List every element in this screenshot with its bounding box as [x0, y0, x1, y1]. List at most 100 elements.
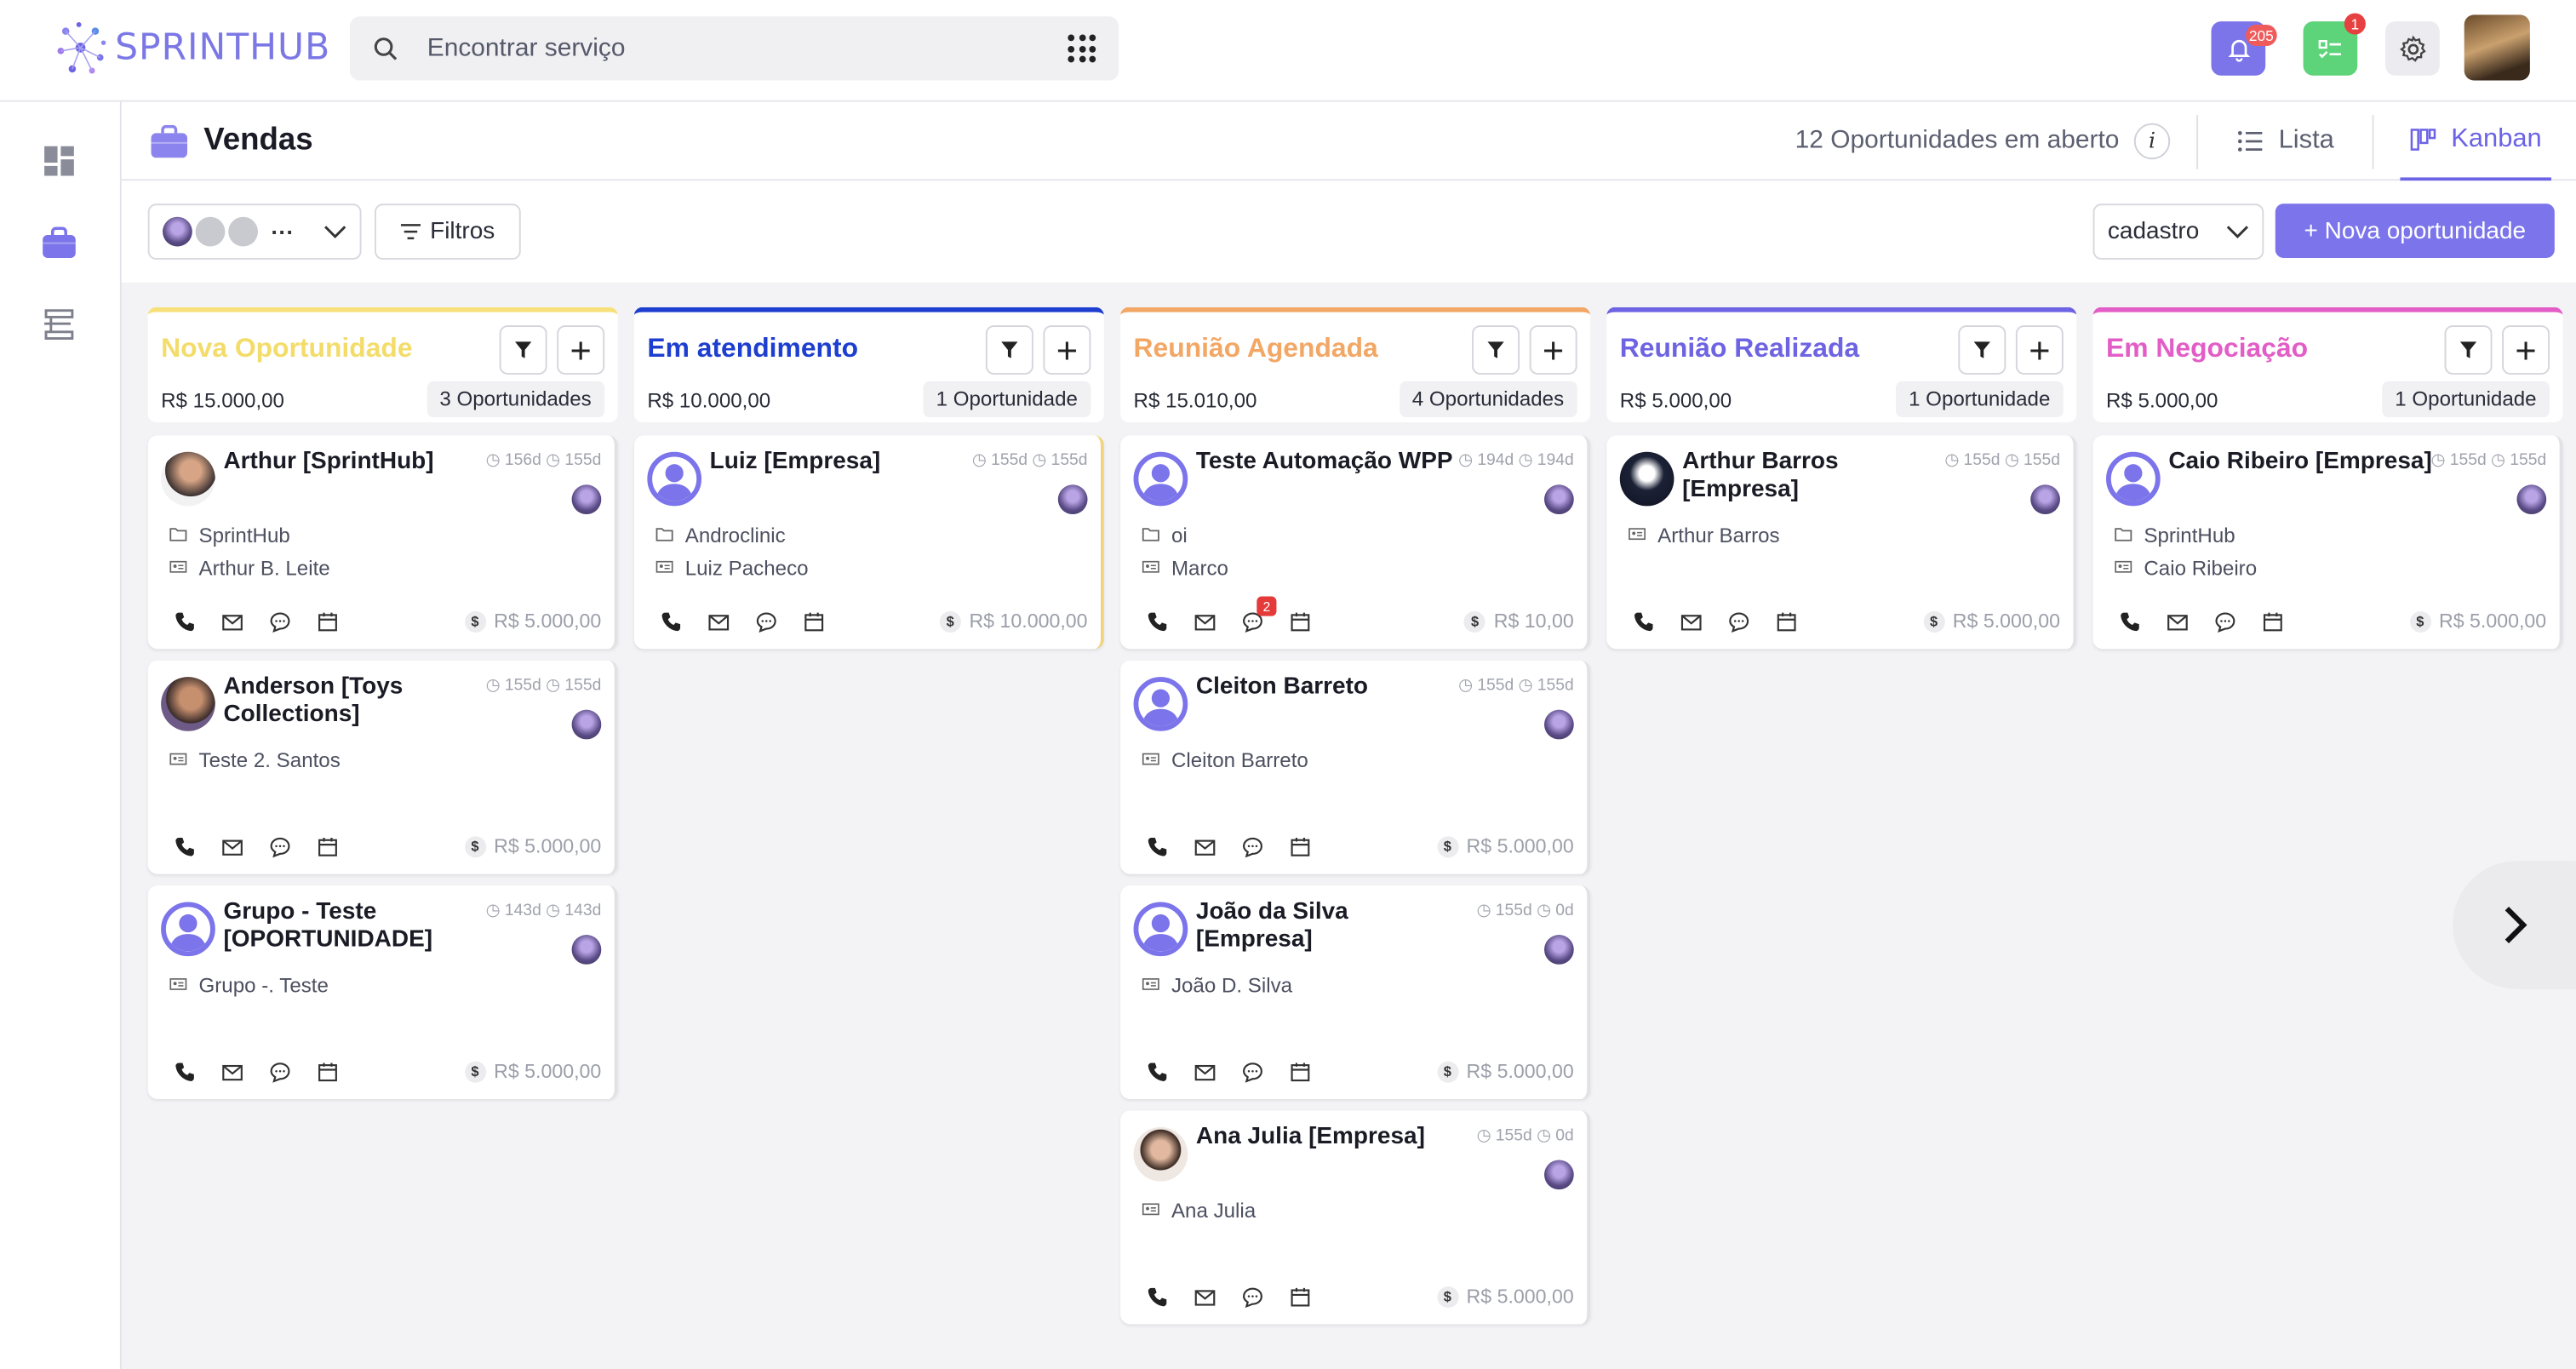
- chat-icon[interactable]: [268, 610, 291, 633]
- mail-icon[interactable]: [220, 834, 243, 857]
- opportunity-card[interactable]: Caio Ribeiro [Empresa] ◷ 155d ◷ 155d Sprin…: [2092, 435, 2563, 650]
- calendar-icon[interactable]: [1288, 610, 1311, 633]
- phone-icon[interactable]: [173, 1060, 196, 1083]
- user-filter-dropdown[interactable]: ···: [147, 203, 362, 260]
- opportunity-card[interactable]: Luiz [Empresa] ◷ 155d ◷ 155d Androclinic Lu…: [633, 435, 1104, 650]
- mail-icon[interactable]: [707, 610, 730, 633]
- opportunity-card[interactable]: Ana Julia [Empresa] ◷ 155d ◷ 0d Ana Julia $…: [1120, 1110, 1591, 1325]
- calendar-icon[interactable]: [316, 1060, 339, 1083]
- chat-icon[interactable]: [268, 1060, 291, 1083]
- card-name[interactable]: Grupo - Teste [OPORTUNIDADE]: [223, 899, 494, 955]
- phone-icon[interactable]: [173, 610, 196, 633]
- card-name[interactable]: João da Silva [Empresa]: [1196, 899, 1467, 955]
- opportunity-card[interactable]: Teste Automação WPP ◷ 194d ◷ 194d oi Marco 2…: [1120, 435, 1591, 650]
- mail-icon[interactable]: [1193, 610, 1216, 633]
- opportunity-card[interactable]: Arthur [SprintHub] ◷ 156d ◷ 155d SprintHub…: [147, 435, 618, 650]
- chat-icon[interactable]: [1240, 1285, 1263, 1308]
- tab-lista[interactable]: Lista: [2237, 102, 2334, 181]
- info-button[interactable]: i: [2133, 123, 2171, 160]
- card-time-info: ◷ 155d ◷ 0d: [1476, 902, 1574, 920]
- contact-card-icon: [169, 749, 187, 772]
- phone-icon[interactable]: [1145, 834, 1168, 857]
- chat-icon[interactable]: 2: [1240, 596, 1277, 633]
- opportunity-card[interactable]: Anderson [Toys Collections] ◷ 155d ◷ 155d…: [147, 660, 618, 874]
- phone-icon[interactable]: [659, 610, 682, 633]
- sidebar-item-sales[interactable]: [41, 225, 77, 261]
- card-value-amount: R$ 5.000,00: [1466, 834, 1574, 858]
- card-company: Androclinic: [655, 524, 786, 547]
- mail-icon[interactable]: [2165, 610, 2188, 633]
- mail-icon[interactable]: [1679, 610, 1702, 633]
- card-name[interactable]: Teste Automação WPP: [1196, 449, 1467, 477]
- notifications-button[interactable]: 205: [2211, 21, 2277, 76]
- chat-icon[interactable]: [1726, 610, 1749, 633]
- opportunity-card[interactable]: João da Silva [Empresa] ◷ 155d ◷ 0d João D…: [1120, 885, 1591, 1100]
- chat-icon[interactable]: [754, 610, 777, 633]
- tasks-button[interactable]: 1: [2303, 13, 2366, 76]
- calendar-icon[interactable]: [2260, 610, 2283, 633]
- sidebar-item-dashboard[interactable]: [41, 143, 77, 179]
- filters-button[interactable]: Filtros: [374, 203, 521, 260]
- calendar-icon[interactable]: [1288, 1285, 1311, 1308]
- settings-button[interactable]: [2385, 21, 2440, 76]
- tab-kanban[interactable]: Kanban: [2400, 102, 2552, 181]
- phone-icon[interactable]: [1631, 610, 1654, 633]
- search-bar[interactable]: Encontrar serviço: [350, 16, 1119, 81]
- building-icon: [169, 524, 187, 547]
- mail-icon[interactable]: [1193, 834, 1216, 857]
- mail-icon[interactable]: [220, 610, 243, 633]
- opportunity-card[interactable]: Cleiton Barreto ◷ 155d ◷ 155d Cleiton Barr…: [1120, 660, 1591, 874]
- column-count-badge: 1 Oportunidade: [2381, 381, 2550, 418]
- search-input[interactable]: Encontrar serviço: [427, 34, 1068, 64]
- calendar-icon[interactable]: [316, 610, 339, 633]
- chat-icon[interactable]: [2212, 610, 2235, 633]
- column-add-button[interactable]: [557, 325, 605, 375]
- chat-icon[interactable]: [1240, 834, 1263, 857]
- card-name[interactable]: Luiz [Empresa]: [710, 449, 981, 477]
- card-actions: [173, 834, 339, 857]
- phone-icon[interactable]: [173, 834, 196, 857]
- column-add-button[interactable]: [2502, 325, 2550, 375]
- calendar-icon[interactable]: [1288, 834, 1311, 857]
- opportunity-card[interactable]: Grupo - Teste [OPORTUNIDADE] ◷ 143d ◷ 143…: [147, 885, 618, 1100]
- card-name[interactable]: Caio Ribeiro [Empresa]: [2168, 449, 2439, 477]
- mail-icon[interactable]: [1193, 1285, 1216, 1308]
- opportunity-card[interactable]: Arthur Barros [Empresa] ◷ 155d ◷ 155d Arth…: [1606, 435, 2077, 650]
- mail-icon[interactable]: [1193, 1060, 1216, 1083]
- column-filter-button[interactable]: [985, 325, 1033, 375]
- phone-icon[interactable]: [1145, 1060, 1168, 1083]
- company-name: Androclinic: [684, 524, 786, 547]
- scroll-next-button[interactable]: [2453, 861, 2576, 989]
- new-opportunity-button[interactable]: + Nova oportunidade: [2275, 203, 2555, 258]
- column-add-button[interactable]: [2015, 325, 2064, 375]
- phone-icon[interactable]: [1145, 1285, 1168, 1308]
- column-filter-button[interactable]: [1472, 325, 1520, 375]
- card-name[interactable]: Arthur [SprintHub]: [223, 449, 494, 477]
- calendar-icon[interactable]: [802, 610, 825, 633]
- grid-dots-icon[interactable]: [1068, 34, 1096, 63]
- card-time-info: ◷ 143d ◷ 143d: [485, 902, 602, 920]
- card-name[interactable]: Anderson [Toys Collections]: [223, 673, 494, 730]
- chat-icon[interactable]: [1240, 1060, 1263, 1083]
- sort-select[interactable]: cadastro: [2092, 203, 2264, 260]
- column-filter-button[interactable]: [2444, 325, 2493, 375]
- calendar-icon[interactable]: [1774, 610, 1797, 633]
- logo[interactable]: SPRINTHUB: [53, 16, 330, 78]
- column-count-badge: 1 Oportunidade: [1895, 381, 2064, 418]
- card-name[interactable]: Cleiton Barreto: [1196, 673, 1467, 702]
- phone-icon[interactable]: [2118, 610, 2141, 633]
- card-name[interactable]: Ana Julia [Empresa]: [1196, 1124, 1467, 1152]
- user-avatar[interactable]: [2464, 14, 2530, 81]
- chat-icon[interactable]: [268, 834, 291, 857]
- column-total-value: R$ 15.000,00: [161, 389, 284, 413]
- sidebar-item-pipeline[interactable]: [41, 307, 77, 343]
- card-name[interactable]: Arthur Barros [Empresa]: [1682, 449, 1953, 505]
- calendar-icon[interactable]: [1288, 1060, 1311, 1083]
- column-add-button[interactable]: [1529, 325, 1577, 375]
- mail-icon[interactable]: [220, 1060, 243, 1083]
- column-filter-button[interactable]: [1958, 325, 2006, 375]
- column-add-button[interactable]: [1043, 325, 1091, 375]
- calendar-icon[interactable]: [316, 834, 339, 857]
- phone-icon[interactable]: [1145, 610, 1168, 633]
- column-filter-button[interactable]: [499, 325, 547, 375]
